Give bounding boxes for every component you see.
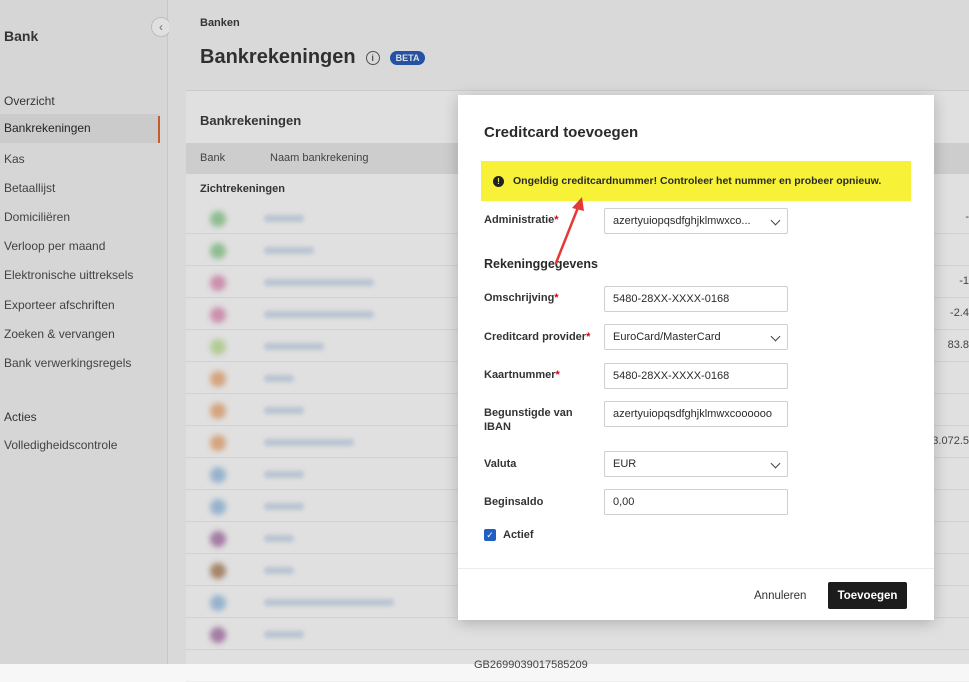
exclamation-icon: ! [493,175,504,187]
kaartnummer-label: Kaartnummer* [484,369,560,381]
dialog-title: Creditcard toevoegen [484,124,639,141]
section-heading: Rekeninggegevens [484,257,598,271]
kaartnummer-input[interactable]: 5480-28XX-XXXX-0168 [604,363,788,389]
administratie-label: Administratie* [484,214,559,226]
beginsaldo-input[interactable]: 0,00 [604,489,788,515]
check-icon: ✓ [486,529,494,540]
valuta-label: Valuta [484,458,517,470]
chevron-down-icon [770,215,781,226]
administratie-value: azertyuiopqsdfghjklmwxco... [613,215,751,227]
valuta-select[interactable]: EUR [604,451,788,477]
cancel-button[interactable]: Annuleren [754,590,806,602]
add-button[interactable]: Toevoegen [828,582,907,609]
error-alert: ! Ongeldig creditcardnummer! Controleer … [481,161,911,201]
omschrijving-label: Omschrijving* [484,292,559,304]
chevron-down-icon [770,331,781,342]
provider-value: EuroCard/MasterCard [613,331,721,343]
dialog-footer: Annuleren Toevoegen [458,568,934,620]
omschrijving-input[interactable]: 5480-28XX-XXXX-0168 [604,286,788,312]
actief-label[interactable]: Actief [503,529,534,541]
provider-label: Creditcard provider* [484,331,591,343]
beginsaldo-label: Beginsaldo [484,496,544,508]
begunstigde-input[interactable]: azertyuiopqsdfghjklmwxcoooooo [604,401,788,427]
chevron-down-icon [770,458,781,469]
add-creditcard-dialog: Creditcard toevoegen ! Ongeldig creditca… [458,95,934,620]
administratie-select[interactable]: azertyuiopqsdfghjklmwxco... [604,208,788,234]
actief-checkbox[interactable]: ✓ [484,529,496,541]
error-message: Ongeldig creditcardnummer! Controleer he… [513,175,882,187]
valuta-value: EUR [613,458,637,470]
begunstigde-label: Begunstigde van IBAN [484,407,573,433]
provider-select[interactable]: EuroCard/MasterCard [604,324,788,350]
